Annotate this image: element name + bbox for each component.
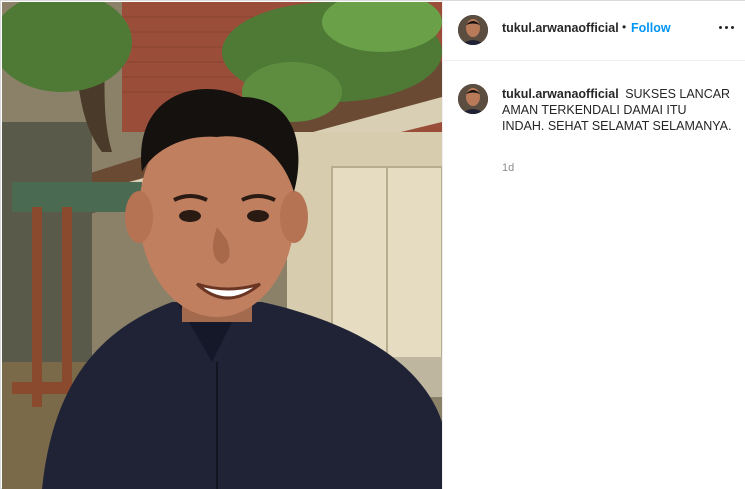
more-dot (719, 26, 722, 29)
avatar[interactable] (458, 15, 488, 45)
profile-photo-icon (458, 15, 488, 45)
more-dot (725, 26, 728, 29)
caption-text-block: tukul.arwanaofficial SUKSES LANCAR AMAN … (502, 86, 732, 134)
avatar[interactable] (458, 84, 488, 114)
instagram-post: tukul.arwanaofficial • Follow tukul.arwa… (0, 0, 745, 489)
post-header: tukul.arwanaofficial • Follow (443, 1, 745, 61)
more-dot (731, 26, 734, 29)
post-sidebar: tukul.arwanaofficial • Follow tukul.arwa… (442, 1, 745, 489)
selfie-photo-illustration (2, 2, 442, 489)
profile-photo-icon (458, 84, 488, 114)
more-options-icon[interactable] (717, 19, 735, 35)
username-link[interactable]: tukul.arwanaofficial (502, 21, 619, 35)
post-photo[interactable] (2, 2, 442, 489)
timestamp[interactable]: 1d (502, 162, 514, 174)
follow-button[interactable]: Follow (631, 21, 671, 35)
separator-dot: • (622, 20, 627, 34)
caption-username-link[interactable]: tukul.arwanaofficial (502, 87, 619, 101)
